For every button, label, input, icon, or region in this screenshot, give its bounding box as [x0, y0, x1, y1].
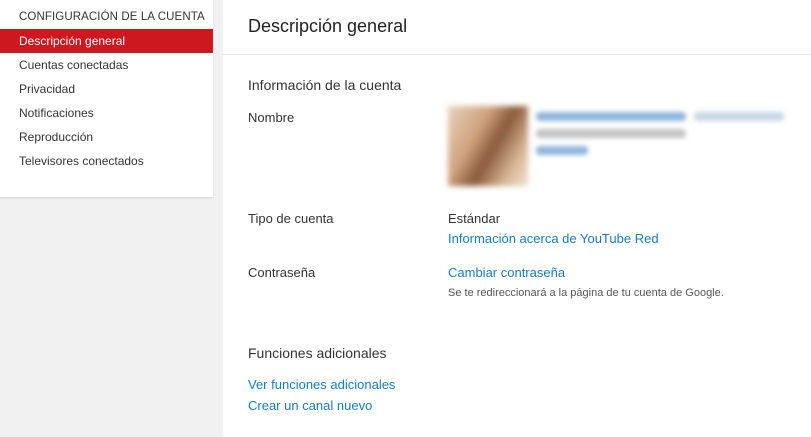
account-type-label: Tipo de cuenta: [248, 211, 334, 226]
avatar[interactable]: [448, 106, 528, 186]
sidebar-nav: Descripción general Cuentas conectadas P…: [0, 29, 213, 173]
sidebar-item-notificaciones[interactable]: Notificaciones: [0, 101, 213, 125]
sidebar-item-privacidad[interactable]: Privacidad: [0, 77, 213, 101]
account-type-value: Estándar: [448, 211, 501, 226]
page-title: Descripción general: [248, 16, 408, 36]
create-channel-link[interactable]: Crear un canal nuevo: [248, 398, 372, 413]
main-content: Descripción general Información de la cu…: [223, 0, 811, 437]
sidebar-heading: CONFIGURACIÓN DE LA CUENTA: [19, 11, 205, 23]
password-label: Contraseña: [248, 265, 316, 280]
redacted-account-details: [536, 110, 796, 158]
extra-features-title: Funciones adicionales: [248, 345, 387, 361]
sidebar-item-descripcion-general[interactable]: Descripción general: [0, 29, 213, 53]
sidebar-item-cuentas-conectadas[interactable]: Cuentas conectadas: [0, 53, 213, 77]
sidebar-item-televisores-conectados[interactable]: Televisores conectados: [0, 149, 213, 173]
view-extra-features-link[interactable]: Ver funciones adicionales: [248, 377, 395, 392]
sidebar-item-reproduccion[interactable]: Reproducción: [0, 125, 213, 149]
name-label: Nombre: [248, 110, 295, 125]
youtube-red-info-link[interactable]: Información acerca de YouTube Red: [448, 231, 659, 246]
page-header: Descripción general: [223, 0, 811, 55]
change-password-link[interactable]: Cambiar contraseña: [448, 265, 565, 280]
sidebar: CONFIGURACIÓN DE LA CUENTA Descripción g…: [0, 0, 213, 197]
account-info-title: Información de la cuenta: [248, 77, 402, 93]
password-redirect-note: Se te redireccionará a la página de tu c…: [448, 287, 724, 299]
